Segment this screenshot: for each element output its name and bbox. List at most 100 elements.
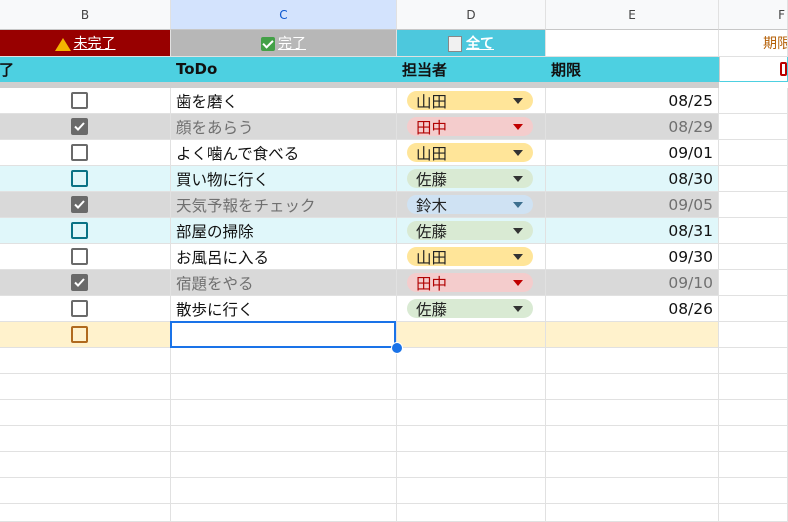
filter-incomplete-button[interactable]: 未完了	[0, 30, 171, 57]
cell[interactable]	[397, 348, 546, 374]
due-cell[interactable]: 08/26	[546, 296, 719, 322]
due-cell[interactable]: 09/30	[546, 244, 719, 270]
cell[interactable]	[397, 374, 546, 400]
due-cell[interactable]: 09/05	[546, 192, 719, 218]
done-checkbox[interactable]	[70, 170, 88, 187]
assignee-dropdown[interactable]: 山田	[407, 143, 533, 163]
done-cell[interactable]	[0, 140, 171, 166]
todo-cell[interactable]: 顔をあらう	[171, 114, 397, 140]
f-cell[interactable]	[719, 296, 788, 322]
todo-cell[interactable]: 買い物に行く	[171, 166, 397, 192]
f-cell[interactable]	[719, 244, 788, 270]
f-cell[interactable]	[719, 140, 788, 166]
cell[interactable]	[719, 452, 788, 478]
cell[interactable]	[0, 504, 171, 522]
assignee-dropdown[interactable]: 鈴木	[407, 195, 533, 215]
cell[interactable]	[0, 426, 171, 452]
filter-all-button[interactable]: 全て	[397, 30, 546, 57]
cell[interactable]	[171, 374, 397, 400]
assignee-cell[interactable]: 鈴木	[397, 192, 546, 218]
header-f-cell[interactable]	[719, 57, 788, 82]
todo-cell[interactable]: 散歩に行く	[171, 296, 397, 322]
done-cell[interactable]	[0, 322, 171, 348]
cell[interactable]	[397, 452, 546, 478]
f-cell[interactable]	[719, 218, 788, 244]
f-cell[interactable]	[719, 88, 788, 114]
done-cell[interactable]	[0, 88, 171, 114]
done-checkbox[interactable]	[70, 144, 88, 161]
done-checkbox[interactable]	[70, 118, 88, 135]
f-cell[interactable]	[719, 192, 788, 218]
cell[interactable]	[0, 478, 171, 504]
assignee-dropdown[interactable]: 山田	[407, 91, 533, 111]
done-cell[interactable]	[0, 270, 171, 296]
due-cell[interactable]: 09/01	[546, 140, 719, 166]
cell[interactable]	[171, 426, 397, 452]
done-checkbox[interactable]	[70, 300, 88, 317]
column-header-c[interactable]: C	[171, 0, 397, 30]
f-cell[interactable]	[719, 114, 788, 140]
done-checkbox[interactable]	[70, 274, 88, 291]
done-cell[interactable]	[0, 166, 171, 192]
done-checkbox[interactable]	[70, 248, 88, 265]
cell[interactable]	[397, 400, 546, 426]
assignee-cell[interactable]: 山田	[397, 140, 546, 166]
todo-cell[interactable]: 歯を磨く	[171, 88, 397, 114]
todo-cell[interactable]: 部屋の掃除	[171, 218, 397, 244]
cell[interactable]	[719, 504, 788, 522]
todo-cell[interactable]: 天気予報をチェック	[171, 192, 397, 218]
cell[interactable]	[546, 426, 719, 452]
assignee-cell[interactable]: 佐藤	[397, 296, 546, 322]
cell[interactable]	[546, 478, 719, 504]
assignee-dropdown[interactable]: 佐藤	[407, 169, 533, 189]
due-cell[interactable]: 08/29	[546, 114, 719, 140]
filter-deadline-button[interactable]: 期限	[719, 30, 788, 57]
assignee-dropdown[interactable]: 田中	[407, 273, 533, 293]
due-cell[interactable]: 08/30	[546, 166, 719, 192]
cell[interactable]	[719, 348, 788, 374]
assignee-cell[interactable]: 田中	[397, 114, 546, 140]
done-cell[interactable]	[0, 192, 171, 218]
filter-complete-button[interactable]: 完了	[171, 30, 397, 57]
due-cell[interactable]: 08/25	[546, 88, 719, 114]
deadline-checkbox[interactable]	[780, 62, 787, 76]
cell[interactable]	[719, 374, 788, 400]
cell[interactable]	[397, 504, 546, 522]
filter-empty-cell[interactable]	[546, 30, 719, 57]
assignee-cell[interactable]: 佐藤	[397, 166, 546, 192]
assignee-dropdown[interactable]: 佐藤	[407, 299, 533, 319]
assignee-dropdown[interactable]: 山田	[407, 247, 533, 267]
done-checkbox[interactable]	[70, 92, 88, 109]
assignee-cell[interactable]: 山田	[397, 88, 546, 114]
cell[interactable]	[546, 504, 719, 522]
assignee-cell[interactable]	[397, 322, 546, 348]
assignee-cell[interactable]: 佐藤	[397, 218, 546, 244]
todo-cell[interactable]: お風呂に入る	[171, 244, 397, 270]
done-cell[interactable]	[0, 114, 171, 140]
cell[interactable]	[171, 348, 397, 374]
f-cell[interactable]	[719, 322, 788, 348]
done-cell[interactable]	[0, 244, 171, 270]
due-cell[interactable]: 09/10	[546, 270, 719, 296]
done-checkbox[interactable]	[70, 196, 88, 213]
cell[interactable]	[546, 400, 719, 426]
cell[interactable]	[0, 374, 171, 400]
cell[interactable]	[719, 478, 788, 504]
cell[interactable]	[397, 426, 546, 452]
assignee-cell[interactable]: 田中	[397, 270, 546, 296]
cell[interactable]	[171, 478, 397, 504]
cell[interactable]	[397, 478, 546, 504]
cell[interactable]	[171, 400, 397, 426]
column-header-d[interactable]: D	[397, 0, 546, 30]
cell[interactable]	[0, 348, 171, 374]
done-checkbox[interactable]	[70, 326, 88, 343]
todo-cell[interactable]: 宿題をやる	[171, 270, 397, 296]
cell[interactable]	[719, 400, 788, 426]
cell[interactable]	[171, 452, 397, 478]
assignee-dropdown[interactable]: 佐藤	[407, 221, 533, 241]
done-cell[interactable]	[0, 296, 171, 322]
fill-handle[interactable]	[391, 342, 403, 354]
cell[interactable]	[0, 452, 171, 478]
column-header-e[interactable]: E	[546, 0, 719, 30]
done-checkbox[interactable]	[70, 222, 88, 239]
